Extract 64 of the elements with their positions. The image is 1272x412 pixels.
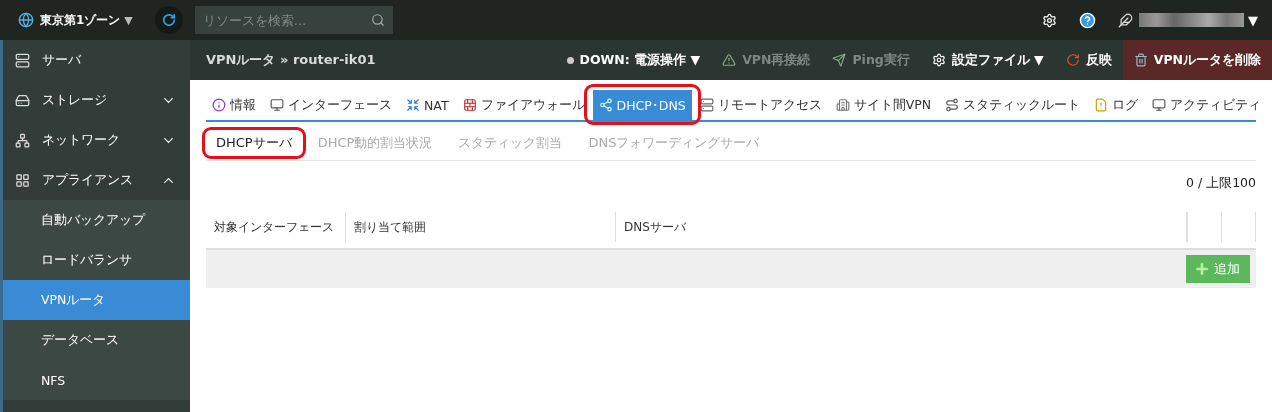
sidebar-subitem[interactable]: VPNルータ — [3, 280, 190, 320]
trash-icon — [1133, 53, 1148, 67]
feather-icon — [1118, 12, 1133, 28]
tab[interactable]: NAT — [400, 90, 455, 120]
settings-icon[interactable] — [1042, 12, 1057, 28]
sidebar-item[interactable]: サーバ — [3, 40, 190, 80]
help-icon[interactable] — [1079, 11, 1096, 29]
refresh-icon — [161, 13, 176, 27]
arrows-icon — [406, 98, 420, 112]
tab[interactable]: 情報 — [206, 90, 262, 120]
column-header: 対象インターフェース — [206, 212, 346, 242]
info-icon — [212, 98, 226, 112]
zone-selector[interactable]: 東京第1ゾーン — [40, 11, 121, 29]
toolbar-button[interactable]: VPNルータを削除 — [1122, 40, 1272, 80]
power-menu-button[interactable]: DOWN: 電源操作 ▼ — [555, 40, 712, 80]
sidebar-subitem[interactable]: ロードバランサ — [3, 240, 190, 280]
grid-icon — [15, 172, 30, 188]
hard-drive-icon — [15, 92, 30, 108]
tab[interactable]: アクティビティ — [1146, 90, 1268, 120]
breadcrumb: VPNルータ » router-ik01 — [206, 51, 377, 69]
caret-icon[interactable]: ▼ — [124, 13, 133, 27]
sidebar-item[interactable]: ネットワーク — [3, 120, 190, 160]
sidebar-label: ネットワーク — [42, 131, 121, 149]
search-icon[interactable] — [370, 13, 385, 27]
subtab[interactable]: DHCPサーバ — [206, 130, 302, 156]
toolbar-button[interactable]: 反映 — [1054, 40, 1123, 80]
caret-icon[interactable]: ▼ — [1248, 12, 1258, 28]
server-icon — [699, 98, 714, 112]
nodes-icon — [598, 98, 613, 112]
sidebar-subitem[interactable]: NFS — [3, 360, 190, 400]
refresh-button[interactable] — [154, 6, 183, 34]
monitor-icon — [270, 98, 284, 112]
network-icon — [15, 132, 30, 148]
tab[interactable]: スタティックルート — [939, 90, 1087, 120]
sidebar-item[interactable]: アプライアンス — [3, 160, 190, 200]
refresh-icon — [1065, 53, 1080, 67]
sidebar-subitem[interactable]: 自動バックアップ — [3, 200, 190, 240]
monitor-icon — [1152, 98, 1167, 112]
tab[interactable]: DHCP･DNS — [592, 90, 692, 120]
record-count: 0 / 上限100 — [1185, 175, 1256, 192]
gear-icon — [931, 53, 946, 67]
sidebar-label: アプライアンス — [42, 171, 134, 189]
status-dot — [566, 56, 574, 64]
globe-icon — [18, 12, 34, 28]
sidebar-subitem[interactable]: データベース — [3, 320, 190, 360]
toolbar-button[interactable]: 設定ファイル ▼ — [920, 40, 1055, 80]
warning-icon — [722, 53, 737, 67]
send-icon — [832, 53, 847, 67]
tab[interactable]: サイト間VPN — [829, 90, 938, 120]
tab[interactable]: インターフェース — [264, 90, 398, 120]
server-icon — [15, 52, 30, 68]
brick-wall-icon — [462, 98, 477, 112]
tab[interactable]: ファイアウォール — [456, 90, 591, 120]
route-icon — [945, 98, 960, 112]
column-header: DNSサーバ — [616, 212, 1187, 242]
sidebar-item[interactable]: ストレージ — [3, 80, 190, 120]
document-warning-icon — [1094, 98, 1109, 112]
sidebar-label: ストレージ — [42, 91, 108, 109]
tab[interactable]: リモートアクセス — [693, 90, 828, 120]
column-header: 割り当て範囲 — [346, 212, 616, 242]
tab[interactable]: ログ — [1088, 90, 1145, 120]
building-icon — [835, 98, 850, 112]
sidebar-label: サーバ — [42, 51, 82, 69]
plus-icon — [1194, 261, 1210, 277]
